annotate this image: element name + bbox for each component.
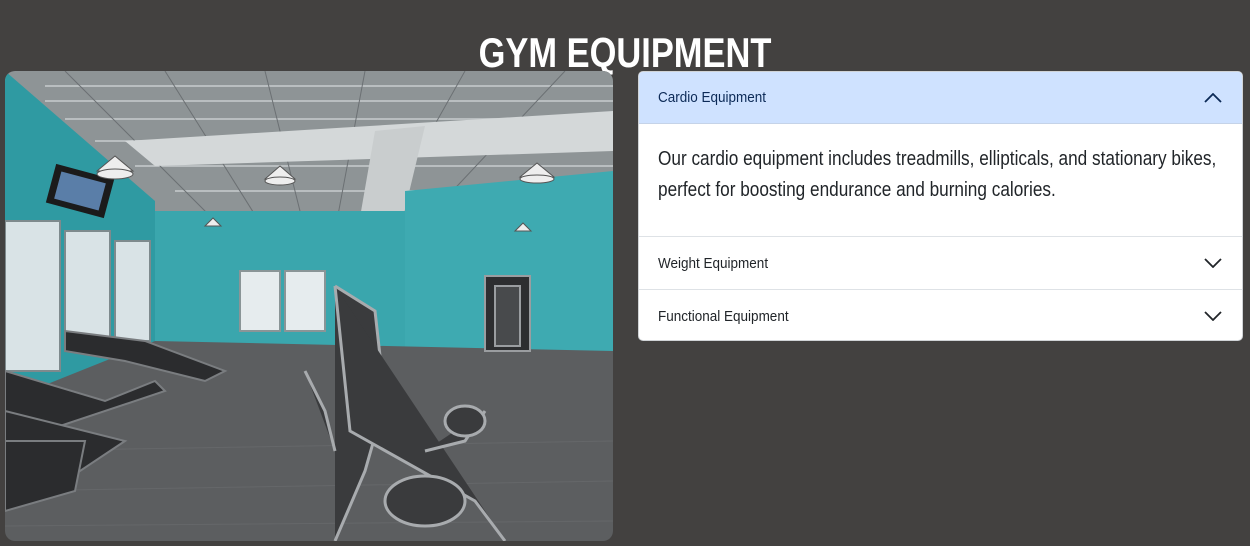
- equipment-accordion: Cardio Equipment Our cardio equipment in…: [638, 71, 1243, 341]
- accordion-header-weight[interactable]: Weight Equipment: [639, 237, 1242, 289]
- accordion-body-text: Our cardio equipment includes treadmills…: [658, 148, 1217, 201]
- chevron-down-icon: [1204, 307, 1222, 325]
- accordion-label-functional: Functional Equipment: [658, 307, 789, 325]
- accordion-body-cardio: Our cardio equipment includes treadmills…: [639, 124, 1242, 236]
- accordion-label-weight: Weight Equipment: [658, 254, 769, 272]
- accordion-header-functional[interactable]: Functional Equipment: [639, 290, 1242, 340]
- accordion-header-cardio[interactable]: Cardio Equipment: [639, 72, 1242, 124]
- accordion-label-cardio: Cardio Equipment: [658, 89, 767, 106]
- chevron-up-icon: [1204, 89, 1222, 107]
- accordion-item-functional: Functional Equipment: [639, 290, 1242, 340]
- gym-photo: [5, 71, 613, 541]
- chevron-down-icon: [1204, 254, 1222, 272]
- accordion-item-cardio: Cardio Equipment Our cardio equipment in…: [639, 72, 1242, 237]
- accordion-item-weight: Weight Equipment: [639, 237, 1242, 290]
